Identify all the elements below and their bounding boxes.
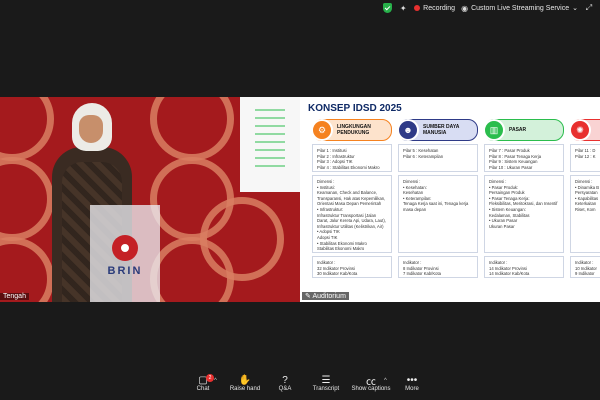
pillar-indicators: Indikator : 32 Indikator Provinsi 30 Ind…: [312, 256, 392, 278]
more-dots-icon: •••: [406, 374, 418, 386]
chart-icon: ▥: [483, 119, 505, 141]
top-status-area: ✦ Recording ◉ Custom Live Streaming Serv…: [383, 3, 594, 13]
live-stream-indicator[interactable]: ◉ Custom Live Streaming Service ⌄: [461, 4, 578, 13]
speaker-face: [79, 115, 103, 143]
presentation-slide: KONSEP IDSD 2025 ⚙ LINGKUNGAN PENDUKUNG …: [300, 97, 600, 302]
backdrop-pattern: [150, 97, 234, 161]
backdrop-pattern: [0, 97, 54, 161]
pillar-column: ☻ SUMBER DAYA MANUSIA Pilar 5 : Kesehata…: [397, 119, 478, 284]
pillar-indicators: Indikator : 10 Indikator 9 Indikator: [570, 256, 600, 278]
pillar-list: Pilar 1 : Institusi Pilar 2 : Infrastruk…: [312, 144, 392, 172]
recording-label: Recording: [423, 4, 456, 12]
pillar-header: ⚙ LINGKUNGAN PENDUKUNG: [311, 119, 392, 141]
record-dot-icon: [414, 5, 421, 11]
pillar-title: PASAR: [509, 127, 527, 133]
speaker-camera-feed: BRIN Tengah: [0, 97, 300, 302]
recording-indicator[interactable]: Recording: [414, 5, 455, 12]
pillar-dimensions: Dimensi : • Pasar Produk: Persaingan Pro…: [484, 175, 564, 253]
pillar-indicators: Indikator : 14 Indikator Provinsi 14 Ind…: [484, 256, 564, 278]
pillar-header: ✺: [569, 119, 600, 141]
microphone-muted-icon: ✎: [305, 293, 311, 300]
more-button[interactable]: ••• More: [382, 374, 442, 393]
pillar-dimensions: Dimensi : • Dinamika B Persyaratan • Kap…: [570, 175, 600, 253]
pillar-list: Pilar 11 : D Pilar 12 : K: [570, 144, 600, 172]
backdrop-pattern: [0, 157, 54, 241]
pillar-dimensions: Dimensi : • Kesehatan: Kesehatan • Keter…: [398, 175, 478, 253]
more-label: More: [405, 386, 419, 392]
people-icon: ☻: [397, 119, 419, 141]
stage-screen-content: [255, 107, 285, 167]
pillar-indicators: Indikator : 8 Indikator Provinsi 7 Indik…: [398, 256, 478, 278]
pillar-title: LINGKUNGAN PENDUKUNG: [337, 124, 371, 136]
bulb-icon: ✺: [569, 119, 591, 141]
pillar-column: ⚙ LINGKUNGAN PENDUKUNG Pilar 1 : Institu…: [311, 119, 392, 284]
podium: BRIN: [90, 205, 160, 302]
pillar-list: Pilar 7 : Pasar Produk Pilar 8 : Pasar T…: [484, 144, 564, 172]
backdrop-pattern: [200, 197, 284, 281]
gear-icon: ⚙: [311, 119, 333, 141]
live-stream-icon: ◉: [461, 3, 469, 13]
live-stream-label: Custom Live Streaming Service: [471, 4, 570, 12]
security-shield-icon[interactable]: [383, 3, 393, 13]
pillar-dimensions: Dimensi : • Institusi: Keamanan, Check a…: [312, 175, 392, 253]
pillar-title: SUMBER DAYA MANUSIA: [423, 124, 460, 136]
participant-name-label: ✎ Auditorium: [302, 292, 349, 300]
brin-logo-icon: [112, 235, 138, 261]
pillar-header: ☻ SUMBER DAYA MANUSIA: [397, 119, 478, 141]
fullscreen-icon[interactable]: ⤢: [584, 3, 594, 13]
chat-unread-badge: 2: [206, 374, 214, 382]
shared-video-area: BRIN Tengah KONSEP IDSD 2025 ⚙ LINGKUNGA…: [0, 97, 600, 302]
pillar-column: ✺ Pilar 11 : D Pilar 12 : K Dimensi : • …: [569, 119, 600, 284]
participant-name-label: Tengah: [0, 293, 29, 300]
slide-title: KONSEP IDSD 2025: [308, 103, 402, 114]
chevron-down-icon: ⌄: [572, 5, 578, 12]
top-bar: ✦ Recording ◉ Custom Live Streaming Serv…: [0, 0, 600, 20]
pillar-column: ▥ PASAR Pilar 7 : Pasar Produk Pilar 8 :…: [483, 119, 564, 284]
sparkle-icon[interactable]: ✦: [398, 3, 408, 13]
pillar-list: Pilar 5 : Kesehatan Pilar 6 : Keterampil…: [398, 144, 478, 172]
meeting-toolbar: ▢ 2 Chat ^ ✋ Raise hand ? Q&A ☰ Transcri…: [0, 372, 600, 400]
pillar-header: ▥ PASAR: [483, 119, 564, 141]
podium-logo-text: BRIN: [107, 265, 143, 277]
